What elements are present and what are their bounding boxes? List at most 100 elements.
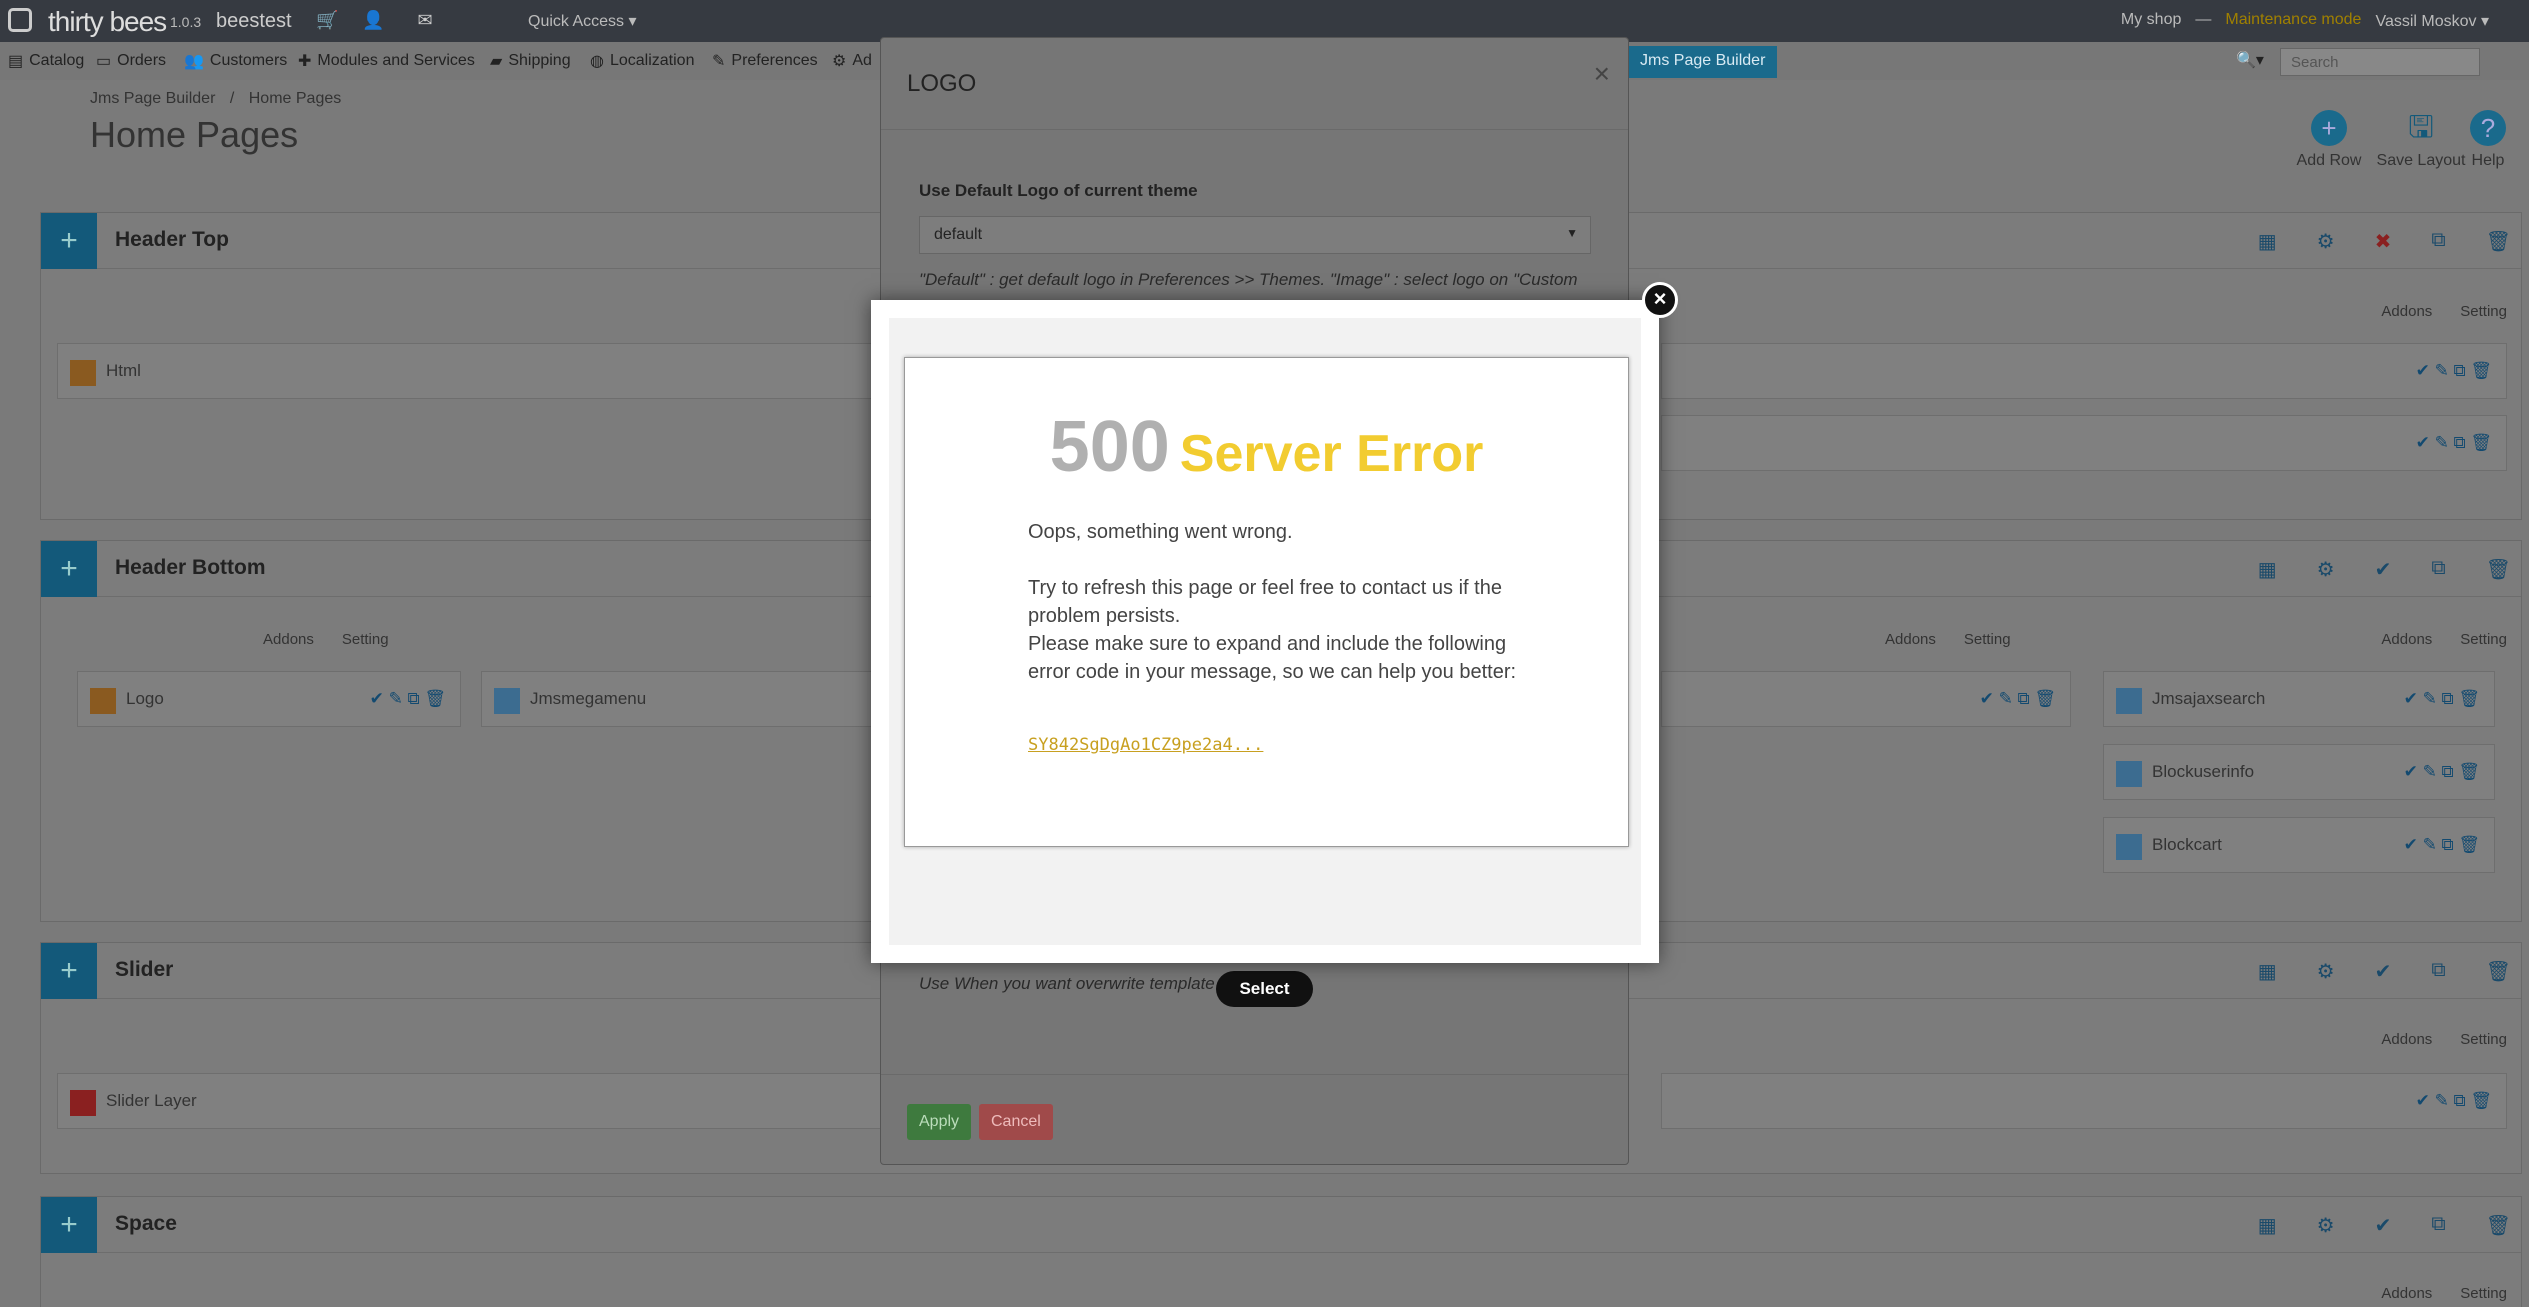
error-card: 500 Server Error Oops, something went wro… xyxy=(904,357,1629,847)
error-line-3: Please make sure to expand and include t… xyxy=(1028,633,1517,683)
block-actions[interactable]: ✔ ✎ ⧉ 🗑 xyxy=(2404,689,2480,709)
setting-button[interactable]: Setting xyxy=(342,631,389,648)
error-code-link[interactable]: SY842SgDgAo1CZ9pe2a4... xyxy=(1028,735,1263,755)
trash-icon[interactable]: 🗑 xyxy=(2486,557,2511,582)
block-blockuserinfo[interactable]: Blockuserinfo ✔ ✎ ⧉ 🗑 xyxy=(2103,744,2495,800)
block-label: Html xyxy=(106,361,141,380)
nav-label: Catalog xyxy=(29,52,85,69)
block-placeholder: ✔ ✎ ⧉ 🗑 xyxy=(1661,671,2071,727)
close-icon[interactable]: × xyxy=(1594,58,1610,90)
breadcrumb-parent[interactable]: Jms Page Builder xyxy=(90,90,215,107)
user-icon[interactable]: 👤 xyxy=(362,10,384,30)
addons-button[interactable]: Addons xyxy=(263,631,314,648)
check-icon[interactable]: ✔ xyxy=(2375,1213,2392,1238)
nav-preferences[interactable]: ✎ Preferences xyxy=(712,51,818,71)
default-logo-select[interactable]: default ▼ xyxy=(919,216,1591,254)
trash-icon[interactable]: 🗑 xyxy=(2486,959,2511,984)
module-icon xyxy=(2116,834,2142,860)
setting-button[interactable]: Setting xyxy=(2460,1031,2507,1048)
maintenance-mode-link[interactable]: Maintenance mode xyxy=(2225,11,2361,31)
topbar-right: My shop — Maintenance mode Vassil Moskov… xyxy=(2121,11,2489,31)
grid-icon[interactable]: ▦ xyxy=(2258,959,2277,984)
help-icon: ? xyxy=(2470,110,2506,146)
thirtybees-logo-icon[interactable] xyxy=(8,8,32,32)
cart-icon[interactable]: 🛒 xyxy=(316,10,338,30)
trash-icon[interactable]: 🗑 xyxy=(2486,229,2511,254)
block-jmsajaxsearch[interactable]: Jmsajaxsearch ✔ ✎ ⧉ 🗑 xyxy=(2103,671,2495,727)
add-column-button[interactable]: + xyxy=(41,943,97,999)
mail-icon[interactable]: ✉ xyxy=(414,10,436,30)
block-actions[interactable]: ✔ ✎ ⧉ 🗑 xyxy=(2404,835,2480,855)
error-line-1: Oops, something went wrong. xyxy=(1028,521,1293,543)
addons-button[interactable]: Addons xyxy=(2381,631,2432,648)
close-icon[interactable]: ✖ xyxy=(2375,229,2392,254)
nav-localization[interactable]: ◍ Localization xyxy=(590,51,694,71)
user-menu[interactable]: Vassil Moskov ▾ xyxy=(2375,11,2489,31)
page-title: Home Pages xyxy=(90,114,299,155)
help-button[interactable]: ? Help xyxy=(2448,110,2528,170)
copy-icon[interactable]: ⧉ xyxy=(2431,959,2445,984)
nav-customers[interactable]: 👥 Customers xyxy=(184,51,287,71)
setting-button[interactable]: Setting xyxy=(2460,303,2507,320)
slider-icon xyxy=(70,1090,96,1116)
setting-button[interactable]: Setting xyxy=(2460,631,2507,648)
add-column-button[interactable]: + xyxy=(41,1197,97,1253)
shop-name[interactable]: beestest xyxy=(216,10,292,33)
block-label: Slider Layer xyxy=(106,1091,197,1110)
catalog-icon: ▤ xyxy=(8,53,24,70)
copy-icon[interactable]: ⧉ xyxy=(2431,557,2445,582)
check-icon[interactable]: ✔ xyxy=(2375,959,2392,984)
nav-modules[interactable]: ✚ Modules and Services xyxy=(298,51,475,71)
block-actions[interactable]: ✔ ✎ ⧉ 🗑 xyxy=(1980,689,2056,709)
add-column-button[interactable]: + xyxy=(41,213,97,269)
nav-catalog[interactable]: ▤ Catalog xyxy=(8,51,84,71)
block-blockcart[interactable]: Blockcart ✔ ✎ ⧉ 🗑 xyxy=(2103,817,2495,873)
setting-button[interactable]: Setting xyxy=(2460,1285,2507,1302)
grid-icon[interactable]: ▦ xyxy=(2258,1213,2277,1238)
my-shop-link[interactable]: My shop xyxy=(2121,11,2181,31)
nav-orders[interactable]: ▭ Orders xyxy=(96,51,166,71)
addons-button[interactable]: Addons xyxy=(1885,631,1936,648)
apply-button[interactable]: Apply xyxy=(907,1104,972,1140)
error-code-number: 500 xyxy=(1049,407,1170,487)
copy-icon[interactable]: ⧉ xyxy=(2431,1213,2445,1238)
gear-icon[interactable]: ⚙ xyxy=(2317,229,2335,254)
grid-icon[interactable]: ▦ xyxy=(2258,229,2277,254)
copy-icon[interactable]: ⧉ xyxy=(2431,229,2445,254)
block-jmsmegamenu[interactable]: Jmsmegamenu xyxy=(481,671,901,727)
block-actions[interactable]: ✔ ✎ ⧉ 🗑 xyxy=(2416,361,2492,381)
nav-shipping[interactable]: ▰ Shipping xyxy=(490,51,571,71)
check-icon[interactable]: ✔ xyxy=(2375,557,2392,582)
gear-icon[interactable]: ⚙ xyxy=(2317,557,2335,582)
select-button[interactable]: Select xyxy=(1216,971,1313,1007)
block-actions[interactable]: ✔ ✎ ⧉ 🗑 xyxy=(370,689,446,709)
search-input[interactable]: Search xyxy=(2280,48,2480,76)
cancel-button[interactable]: Cancel xyxy=(979,1104,1053,1140)
quick-access-menu[interactable]: Quick Access ▾ xyxy=(528,11,637,31)
block-actions[interactable]: ✔ ✎ ⧉ 🗑 xyxy=(2416,1091,2492,1111)
gear-icon[interactable]: ⚙ xyxy=(2317,1213,2335,1238)
nav-advanced[interactable]: ⚙ Ad xyxy=(832,51,872,71)
section-title: Header Bottom xyxy=(115,556,266,579)
addons-button[interactable]: Addons xyxy=(2381,1031,2432,1048)
lightbox-close-icon[interactable]: × xyxy=(1642,282,1678,318)
trash-icon[interactable]: 🗑 xyxy=(2486,1213,2511,1238)
section-header: + Space ▦ ⚙ ✔ ⧉ 🗑 xyxy=(41,1197,2521,1253)
brand-name[interactable]: thirty bees xyxy=(48,6,167,38)
setting-button[interactable]: Setting xyxy=(1964,631,2011,648)
addons-button[interactable]: Addons xyxy=(2381,303,2432,320)
gear-icon[interactable]: ⚙ xyxy=(2317,959,2335,984)
grid-icon[interactable]: ▦ xyxy=(2258,557,2277,582)
help-text-2: Use When you want overwrite template xyxy=(919,974,1215,993)
section-title: Space xyxy=(115,1212,177,1235)
search-icon[interactable]: 🔍▾ xyxy=(2236,50,2264,70)
addons-button[interactable]: Addons xyxy=(2381,1285,2432,1302)
add-column-button[interactable]: + xyxy=(41,541,97,597)
section-tools: ▦ ⚙ ✔ ⧉ 🗑 xyxy=(2258,1213,2511,1238)
customers-icon: 👥 xyxy=(184,53,204,70)
nav-jms-page-builder[interactable]: Jms Page Builder xyxy=(1628,46,1778,78)
block-actions[interactable]: ✔ ✎ ⧉ 🗑 xyxy=(2416,433,2492,453)
block-actions[interactable]: ✔ ✎ ⧉ 🗑 xyxy=(2404,762,2480,782)
block-logo[interactable]: Logo ✔ ✎ ⧉ 🗑 xyxy=(77,671,461,727)
separator: — xyxy=(2195,11,2212,28)
